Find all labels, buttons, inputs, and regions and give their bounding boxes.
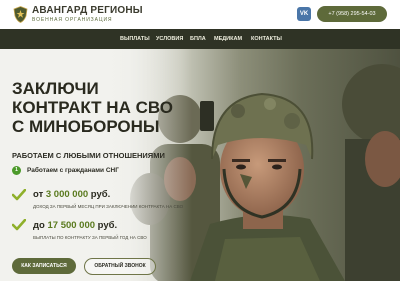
nav-item-contacts[interactable]: КОНТАКТЫ <box>251 29 282 49</box>
offer-note-1: ДОХОД ЗА ПЕРВЫЙ МЕСЯЦ ПРИ ЗАКЛЮЧЕНИИ КОН… <box>33 204 184 209</box>
hero-title-line-1: ЗАКЛЮЧИ <box>12 79 99 98</box>
nav-item-medics[interactable]: МЕДИКАМ <box>214 29 242 49</box>
cis-text: Работаем с гражданами СНГ <box>27 167 119 174</box>
offer-value-2: 17 500 000 <box>47 220 96 231</box>
hero-section: ЗАКЛЮЧИ КОНТРАКТ НА СВО С МИНОБОРОНЫ РАБ… <box>0 49 400 281</box>
vk-icon[interactable]: VK <box>297 7 311 21</box>
hero-subtitle: РАБОТАЕМ С ЛЮБЫМИ ОТНОШЕНИЯМИ <box>12 151 165 160</box>
number-badge: 1 <box>12 166 21 175</box>
offer-value-1: 3 000 000 <box>45 189 89 200</box>
offer-prefix-1: от <box>33 189 44 200</box>
site-header: АВАНГАРД РЕГИОНЫ ВОЕННАЯ ОРГАНИЗАЦИЯ VK … <box>0 0 400 29</box>
nav-item-conditions[interactable]: УСЛОВИЯ <box>156 29 183 49</box>
main-nav: ВЫПЛАТЫ УСЛОВИЯ БПЛА МЕДИКАМ КОНТАКТЫ <box>0 29 400 49</box>
nav-item-payments[interactable]: ВЫПЛАТЫ <box>120 29 150 49</box>
logo-title[interactable]: АВАНГАРД РЕГИОНЫ <box>32 5 143 16</box>
phone-button[interactable]: +7 (958) 295-54-03 <box>317 6 387 22</box>
offer-amount-1: от 3 000 000 руб. <box>33 189 110 200</box>
offer-note-2: ВЫПЛАТЫ ПО КОНТРАКТУ ЗА ПЕРВЫЙ ГОД НА СВ… <box>33 235 147 240</box>
hero-title-line-2: КОНТРАКТ НА СВО <box>12 98 173 117</box>
offer-unit-1: руб. <box>90 189 111 200</box>
hero-title-line-3: С МИНОБОРОНЫ <box>12 117 160 136</box>
offer-amount-2: до 17 500 000 руб. <box>33 220 117 231</box>
offer-prefix-2: до <box>33 220 45 231</box>
logo-subtitle: ВОЕННАЯ ОРГАНИЗАЦИЯ <box>32 17 113 23</box>
nav-item-drones[interactable]: БПЛА <box>190 29 206 49</box>
emblem-icon <box>13 6 28 23</box>
how-to-enroll-button[interactable]: КАК ЗАПИСАТЬСЯ <box>12 258 76 274</box>
check-icon <box>12 219 26 231</box>
callback-button[interactable]: ОБРАТНЫЙ ЗВОНОК <box>84 258 156 275</box>
offer-unit-2: руб. <box>97 220 118 231</box>
check-icon <box>12 189 26 201</box>
page: АВАНГАРД РЕГИОНЫ ВОЕННАЯ ОРГАНИЗАЦИЯ VK … <box>0 0 400 281</box>
